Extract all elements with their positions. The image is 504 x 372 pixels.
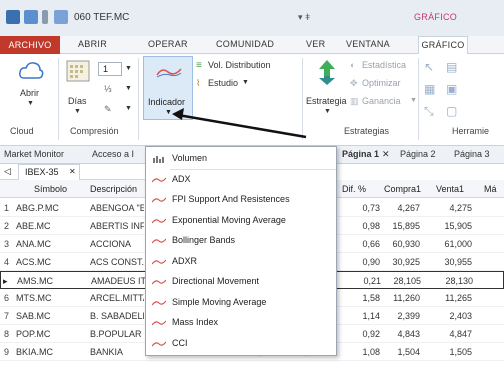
annotation-arrow: [172, 108, 307, 139]
